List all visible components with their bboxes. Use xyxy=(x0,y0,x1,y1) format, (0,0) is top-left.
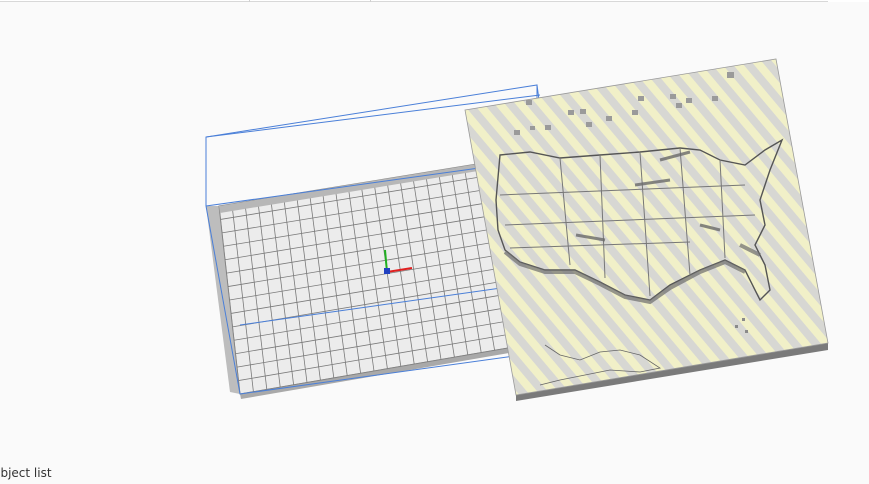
model-top xyxy=(464,58,829,396)
scene-canvas[interactable] xyxy=(0,0,869,484)
us-map-model[interactable] xyxy=(464,58,829,401)
3d-viewport[interactable]: Object list xyxy=(0,0,869,484)
object-list-label[interactable]: Object list xyxy=(0,466,52,480)
